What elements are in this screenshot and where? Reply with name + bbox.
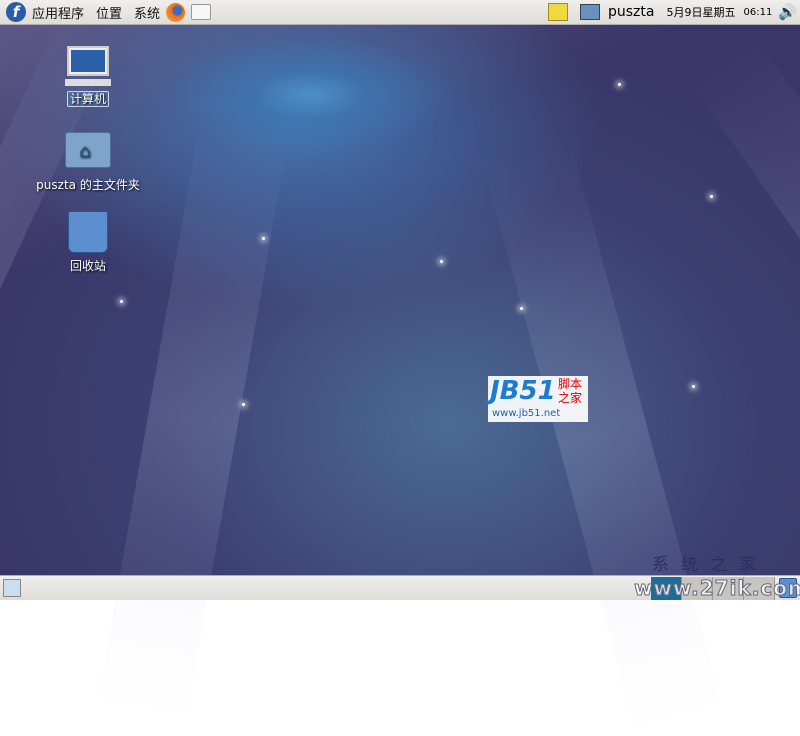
fedora-logo-icon[interactable]: f xyxy=(6,2,26,22)
star xyxy=(520,307,523,310)
star xyxy=(242,403,245,406)
site-watermark-cn: 系统之家 xyxy=(652,555,768,575)
show-desktop-icon[interactable] xyxy=(3,579,21,597)
date[interactable]: 5月9日星期五 xyxy=(666,4,735,20)
star xyxy=(262,237,265,240)
desktop-icon-computer[interactable]: 计算机 xyxy=(33,46,143,107)
light-ray xyxy=(687,32,800,570)
email-icon[interactable] xyxy=(191,4,212,20)
star xyxy=(120,300,123,303)
desktop-background xyxy=(0,12,800,736)
firefox-icon[interactable] xyxy=(166,2,186,22)
light-ray xyxy=(96,117,290,724)
star xyxy=(710,195,713,198)
network-icon[interactable] xyxy=(580,4,600,20)
notes-icon[interactable] xyxy=(548,3,568,21)
desktop-icon-label: 回收站 xyxy=(69,259,106,273)
desktop-icon-label: puszta 的主文件夹 xyxy=(36,178,140,192)
desktop-icon-home[interactable]: ⌂ puszta 的主文件夹 xyxy=(33,132,143,193)
star xyxy=(618,83,621,86)
desktop-icon-label: 计算机 xyxy=(66,91,109,107)
site-watermark-url: www.27ik.com xyxy=(634,576,800,601)
star xyxy=(692,385,695,388)
top-panel: f 应用程序 位置 系统 puszta 5月9日星期五 06:11 🔊 xyxy=(0,0,800,25)
home-folder-icon: ⌂ xyxy=(65,132,111,168)
volume-icon[interactable]: 🔊 xyxy=(778,3,797,21)
menu-applications[interactable]: 应用程序 xyxy=(32,3,84,22)
clock[interactable]: 06:11 xyxy=(743,7,772,18)
menu-places[interactable]: 位置 xyxy=(96,3,122,22)
star xyxy=(440,260,443,263)
desktop-icon-trash[interactable]: 回收站 xyxy=(33,211,143,274)
computer-icon xyxy=(65,46,111,88)
user-name[interactable]: puszta xyxy=(608,4,654,20)
menu-system[interactable]: 系统 xyxy=(134,3,160,22)
jb51-watermark: JB51 脚本之家 www.jb51.net xyxy=(488,376,588,422)
light-ray xyxy=(481,133,724,736)
trash-icon xyxy=(68,211,108,253)
bottom-panel: www.27ik.com xyxy=(0,575,800,601)
